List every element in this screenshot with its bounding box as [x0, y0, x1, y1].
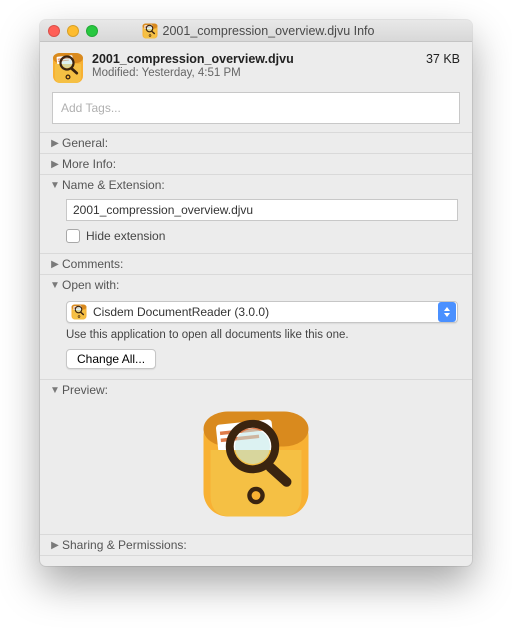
document-icon [142, 23, 158, 39]
chevron-right-icon: ▶ [50, 540, 60, 551]
window-controls [48, 25, 98, 37]
chevron-right-icon: ▶ [50, 138, 60, 149]
titlebar[interactable]: 2001_compression_overview.djvu Info [40, 20, 472, 42]
chevron-down-icon: ▼ [50, 385, 60, 396]
preview-icon [200, 408, 312, 520]
open-with-body: Cisdem DocumentReader (3.0.0) Use this a… [40, 295, 472, 379]
chevron-right-icon: ▶ [50, 259, 60, 270]
file-icon [52, 52, 84, 84]
hide-extension-row[interactable]: Hide extension [66, 229, 458, 243]
section-more-info[interactable]: ▶ More Info: [40, 153, 472, 174]
filesize-label: 37 KB [426, 52, 460, 66]
zoom-icon[interactable] [86, 25, 98, 37]
filename-input[interactable] [66, 199, 458, 221]
minimize-icon[interactable] [67, 25, 79, 37]
window-title: 2001_compression_overview.djvu Info [40, 23, 472, 39]
hide-extension-checkbox[interactable] [66, 229, 80, 243]
change-all-button[interactable]: Change All... [66, 349, 156, 369]
dropdown-arrows-icon [438, 302, 456, 322]
name-extension-body: Hide extension [40, 195, 472, 253]
section-general[interactable]: ▶ General: [40, 132, 472, 153]
chevron-down-icon: ▼ [50, 280, 60, 291]
section-comments[interactable]: ▶ Comments: [40, 253, 472, 274]
chevron-down-icon: ▼ [50, 180, 60, 191]
tags-input[interactable] [52, 92, 460, 124]
open-with-dropdown[interactable]: Cisdem DocumentReader (3.0.0) [66, 301, 458, 323]
file-header: 2001_compression_overview.djvu Modified:… [40, 42, 472, 92]
info-window: 2001_compression_overview.djvu Info 2001… [40, 20, 472, 566]
preview-body [40, 400, 472, 534]
section-preview[interactable]: ▼ Preview: [40, 379, 472, 400]
open-with-help: Use this application to open all documen… [66, 329, 458, 341]
chevron-right-icon: ▶ [50, 159, 60, 170]
filename-label: 2001_compression_overview.djvu [92, 52, 418, 66]
section-open-with[interactable]: ▼ Open with: [40, 274, 472, 295]
section-name-extension[interactable]: ▼ Name & Extension: [40, 174, 472, 195]
section-sharing[interactable]: ▶ Sharing & Permissions: [40, 534, 472, 556]
close-icon[interactable] [48, 25, 60, 37]
app-icon [71, 304, 87, 320]
modified-label: Modified: Yesterday, 4:51 PM [92, 67, 418, 79]
open-with-app-label: Cisdem DocumentReader (3.0.0) [87, 305, 438, 319]
hide-extension-label: Hide extension [86, 229, 165, 243]
